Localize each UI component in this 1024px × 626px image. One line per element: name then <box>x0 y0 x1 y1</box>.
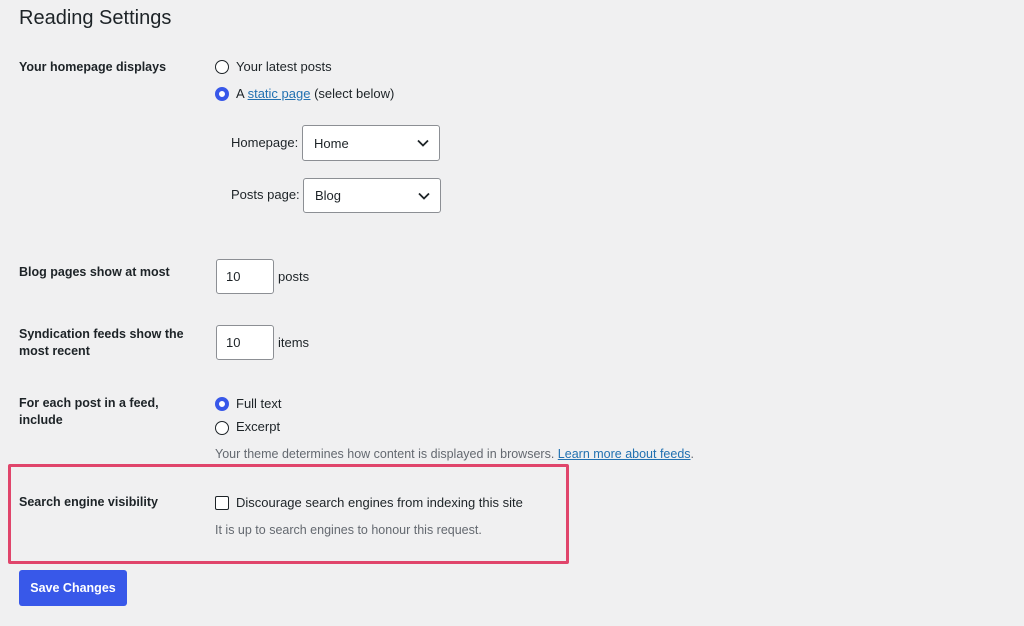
search-visibility-label: Search engine visibility <box>19 495 158 509</box>
radio-full-text-label[interactable]: Full text <box>236 396 282 411</box>
static-page-link[interactable]: static page <box>248 86 311 101</box>
posts-page-select[interactable]: Blog <box>303 178 441 213</box>
static-suffix-text: (select below) <box>314 86 395 101</box>
syndication-unit: items <box>278 335 310 350</box>
chevron-down-icon <box>417 139 429 147</box>
radio-excerpt-label[interactable]: Excerpt <box>236 419 280 434</box>
radio-static-page[interactable] <box>215 87 229 101</box>
posts-page-select-value: Blog <box>315 188 342 203</box>
blog-pages-label: Blog pages show at most <box>19 265 170 279</box>
search-visibility-description: It is up to search engines to honour thi… <box>215 523 482 537</box>
feed-content-note: Your theme determines how content is dis… <box>215 447 694 461</box>
save-changes-button[interactable]: Save Changes <box>19 570 127 606</box>
highlight-box <box>8 464 569 564</box>
discourage-search-label[interactable]: Discourage search engines from indexing … <box>236 495 523 510</box>
syndication-input[interactable]: 10 <box>216 325 274 360</box>
chevron-down-icon <box>418 192 430 200</box>
homepage-select-value: Home <box>314 135 349 151</box>
page-title: Reading Settings <box>19 7 172 29</box>
posts-page-select-label: Posts page: <box>231 187 300 202</box>
feed-note-end: . <box>690 447 695 461</box>
radio-excerpt[interactable] <box>215 421 229 435</box>
feed-content-label: For each post in a feed, include <box>19 396 159 427</box>
homepage-select[interactable]: Home <box>302 125 440 161</box>
blog-pages-unit: posts <box>278 269 310 284</box>
radio-latest-posts-label[interactable]: Your latest posts <box>236 59 332 74</box>
radio-full-text[interactable] <box>215 397 229 411</box>
syndication-label: Syndication feeds show the most recent <box>19 327 184 358</box>
blog-pages-input[interactable]: 10 <box>216 259 274 294</box>
homepage-select-label: Homepage: <box>231 135 299 150</box>
radio-static-page-label[interactable]: A static page (select below) <box>236 86 394 101</box>
static-prefix-text: A <box>236 86 244 101</box>
homepage-displays-label: Your homepage displays <box>19 60 167 74</box>
radio-latest-posts[interactable] <box>215 60 229 74</box>
discourage-search-checkbox[interactable] <box>215 496 229 510</box>
feed-note-text: Your theme determines how content is dis… <box>215 447 555 461</box>
learn-more-feeds-link[interactable]: Learn more about feeds <box>558 447 691 461</box>
